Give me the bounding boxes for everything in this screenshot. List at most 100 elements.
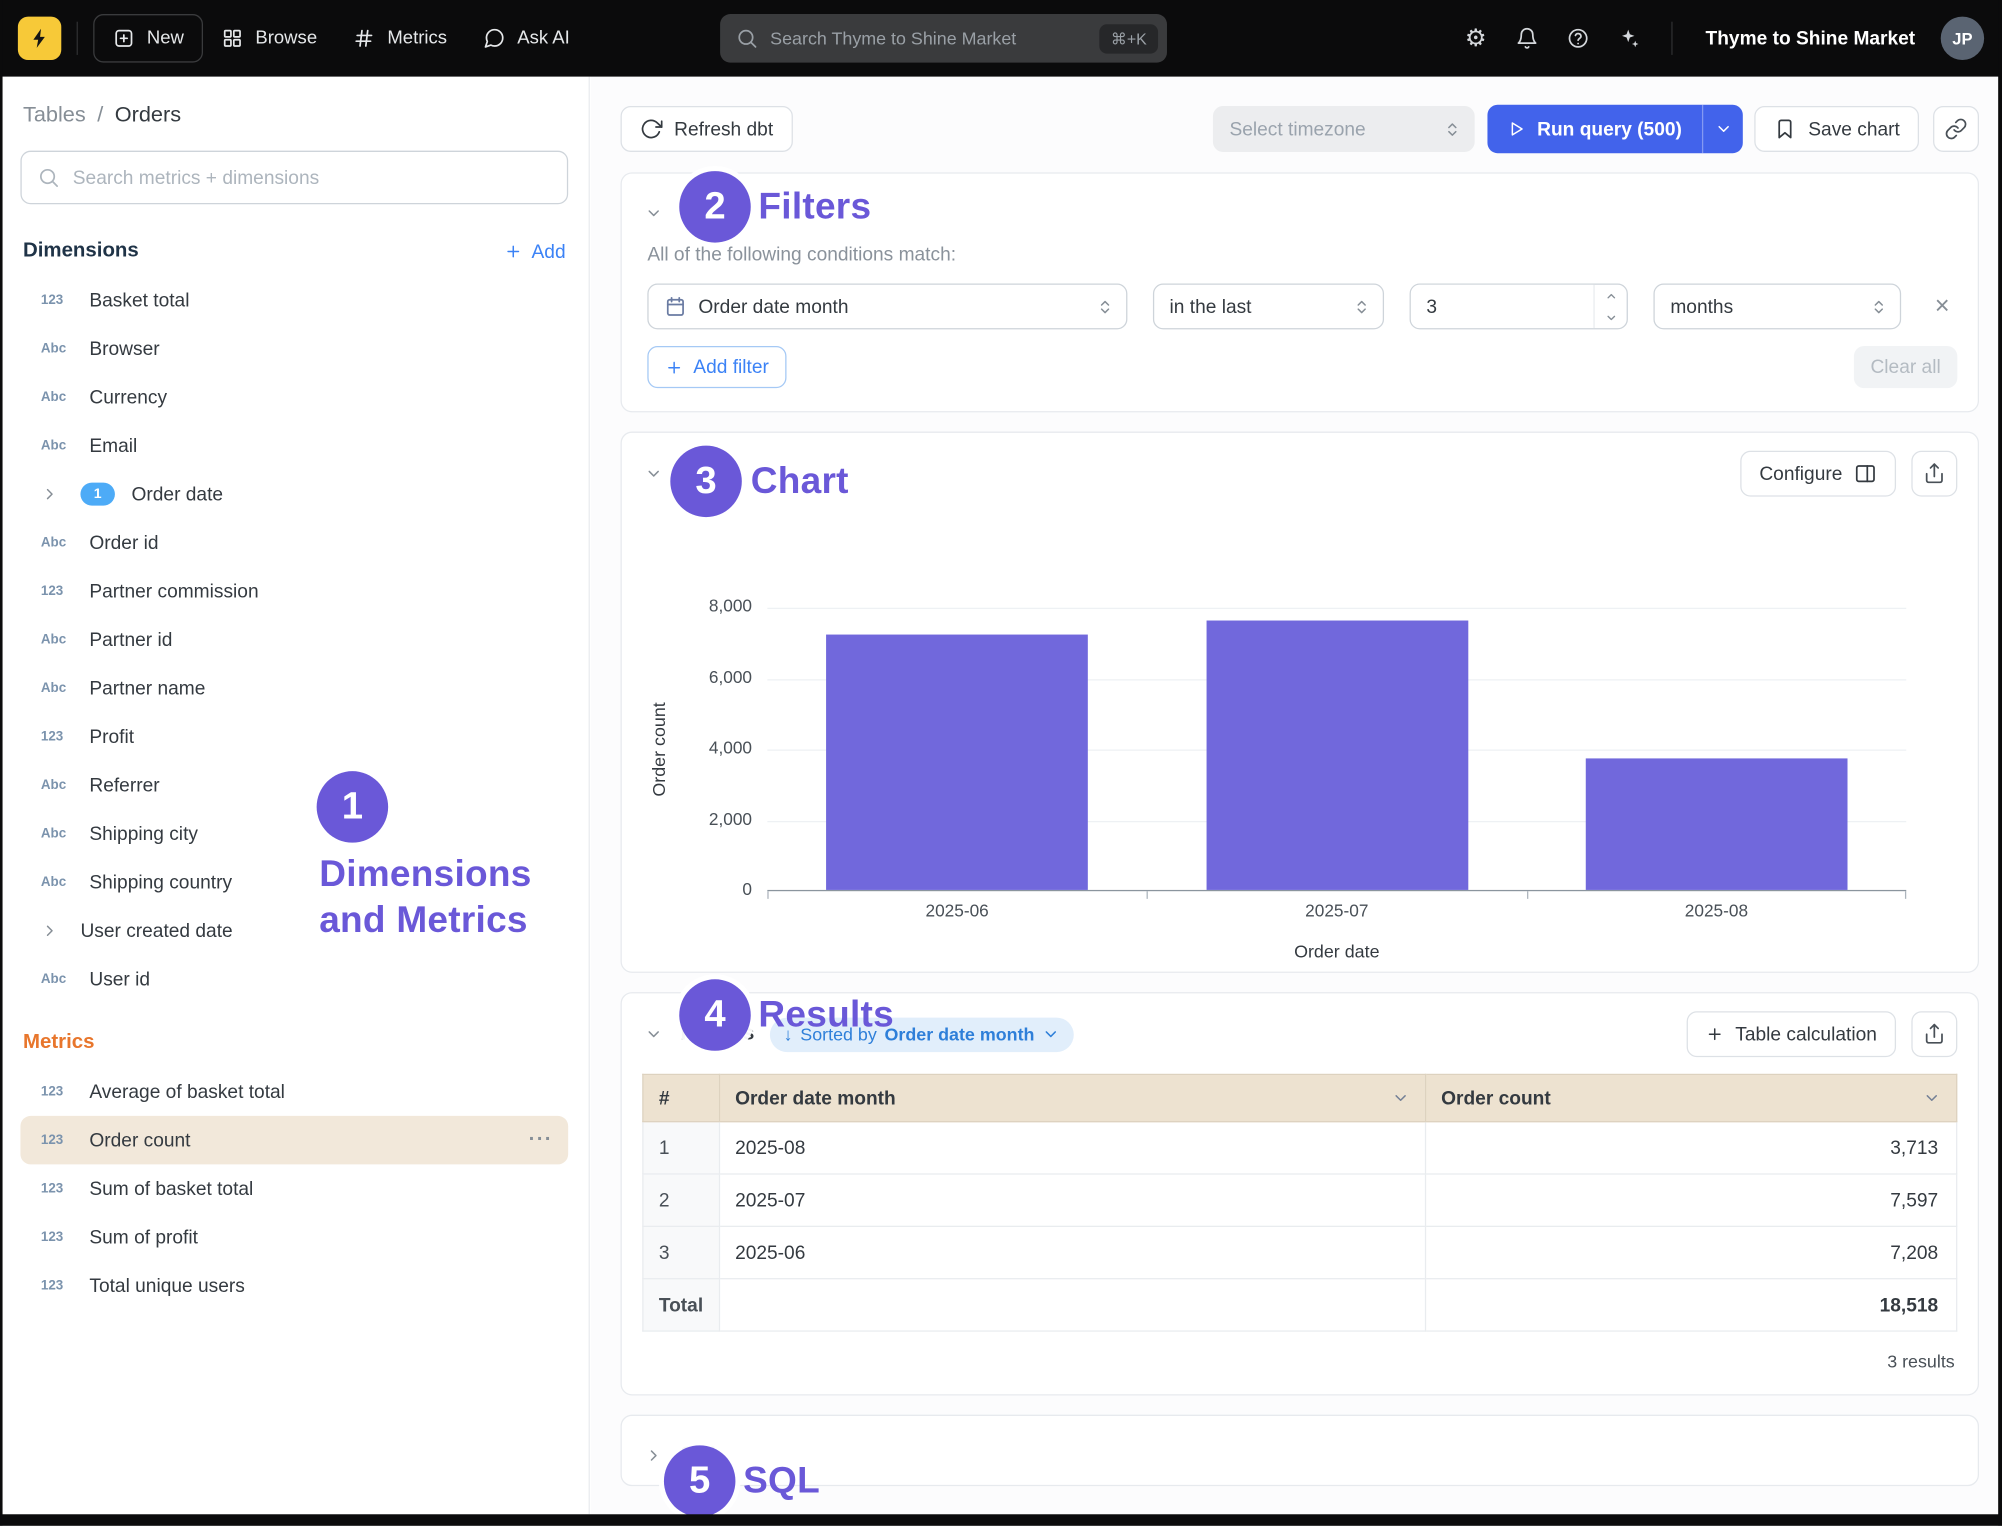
sidebar-item-order-date[interactable]: 1Order date — [20, 470, 568, 519]
sidebar-item-order-id[interactable]: AbcOrder id — [20, 518, 568, 567]
sidebar-item-browser[interactable]: AbcBrowser — [20, 324, 568, 373]
sidebar-item-order-count[interactable]: 123Order count··· — [20, 1116, 568, 1165]
help-button[interactable] — [1554, 14, 1603, 63]
refresh-dbt-button[interactable]: Refresh dbt — [621, 106, 793, 152]
new-button[interactable]: New — [93, 14, 203, 63]
column-header-month[interactable]: Order date month — [719, 1074, 1425, 1121]
lightning-bolt-icon — [28, 27, 51, 50]
sidebar-item-shipping-country[interactable]: AbcShipping country — [20, 858, 568, 907]
chart-collapse-toggle[interactable] — [642, 462, 665, 485]
sidebar-item-currency[interactable]: AbcCurrency — [20, 373, 568, 422]
settings-button[interactable]: ⚙ — [1451, 14, 1500, 63]
configure-button[interactable]: Configure — [1740, 451, 1896, 497]
numeric-type-icon: 123 — [41, 1133, 73, 1148]
sidebar-item-shipping-city[interactable]: AbcShipping city — [20, 809, 568, 858]
sql-collapse-toggle[interactable] — [642, 1444, 665, 1467]
sidebar-item-partner-commission[interactable]: 123Partner commission — [20, 567, 568, 616]
column-header-count[interactable]: Order count — [1425, 1074, 1957, 1121]
x-axis-tick — [1527, 891, 1528, 899]
metrics-nav-button[interactable]: Metrics — [335, 14, 465, 63]
chevron-down-icon[interactable] — [1923, 1089, 1941, 1107]
remove-filter-button[interactable]: × — [1927, 294, 1957, 320]
row-index-cell: 2 — [643, 1174, 719, 1226]
org-name[interactable]: Thyme to Shine Market — [1690, 27, 1930, 49]
dimension-label: Partner id — [89, 629, 172, 651]
run-query-button[interactable]: Run query (500) — [1487, 105, 1743, 154]
filters-section: Filters All of the following conditions … — [621, 172, 1980, 412]
chart-section: Chart Configure Order count 02,0004,0006… — [621, 432, 1980, 973]
global-search-input[interactable] — [770, 28, 1088, 48]
sidebar-item-referrer[interactable]: AbcReferrer — [20, 761, 568, 810]
table-calculation-button[interactable]: Table calculation — [1687, 1011, 1896, 1057]
save-chart-button[interactable]: Save chart — [1755, 106, 1919, 152]
sidebar-item-user-id[interactable]: AbcUser id — [20, 955, 568, 1004]
filters-collapse-toggle[interactable] — [642, 202, 665, 225]
chart-bar-2025-07[interactable] — [1206, 621, 1468, 890]
breadcrumb-separator: / — [97, 102, 103, 128]
chart-bar-2025-06[interactable] — [826, 635, 1088, 890]
fields-search[interactable] — [20, 151, 568, 205]
browse-button[interactable]: Browse — [203, 14, 335, 63]
sidebar-item-average-of-basket-total[interactable]: 123Average of basket total — [20, 1067, 568, 1116]
table-row[interactable]: 22025-077,597 — [643, 1174, 1957, 1226]
notifications-button[interactable] — [1503, 14, 1552, 63]
chevron-right-icon[interactable] — [41, 485, 64, 503]
ask-ai-button[interactable]: Ask AI — [465, 14, 588, 63]
stepper-down-icon[interactable] — [1595, 306, 1627, 328]
string-type-icon: Abc — [41, 389, 73, 404]
chevron-down-icon[interactable] — [1391, 1089, 1409, 1107]
sidebar-item-partner-id[interactable]: AbcPartner id — [20, 615, 568, 664]
filter-unit-select[interactable]: months — [1654, 283, 1902, 329]
filter-value-field[interactable] — [1411, 285, 1594, 328]
run-query-dropdown[interactable] — [1702, 105, 1743, 154]
chevron-right-icon[interactable] — [41, 922, 64, 940]
filter-field-select[interactable]: Order date month — [647, 283, 1127, 329]
metric-label: Sum of basket total — [89, 1178, 253, 1200]
global-search[interactable]: ⌘+K — [720, 14, 1167, 63]
ai-sparkles-button[interactable] — [1605, 14, 1654, 63]
clear-all-button[interactable]: Clear all — [1854, 346, 1957, 388]
sidebar-item-user-created-date[interactable]: User created date — [20, 907, 568, 956]
sidebar-item-sum-of-profit[interactable]: 123Sum of profit — [20, 1213, 568, 1262]
select-chevrons-icon — [1871, 298, 1888, 315]
count-cell[interactable]: 7,597 — [1425, 1174, 1957, 1226]
month-cell[interactable]: 2025-08 — [719, 1122, 1425, 1174]
breadcrumb-tables[interactable]: Tables — [23, 102, 86, 128]
stepper-up-icon[interactable] — [1595, 285, 1627, 307]
table-row[interactable]: 12025-083,713 — [643, 1122, 1957, 1174]
filter-operator-select[interactable]: in the last — [1153, 283, 1384, 329]
sidebar-item-total-unique-users[interactable]: 123Total unique users — [20, 1261, 568, 1310]
add-dimension-button[interactable]: Add — [505, 241, 566, 263]
x-axis-tick-label: 2025-08 — [1627, 901, 1806, 920]
app-logo[interactable] — [18, 17, 61, 60]
refresh-dbt-label: Refresh dbt — [674, 118, 773, 140]
export-results-button[interactable] — [1911, 1011, 1957, 1057]
sidebar-item-profit[interactable]: 123Profit — [20, 712, 568, 761]
number-stepper[interactable] — [1594, 285, 1627, 328]
month-cell[interactable]: 2025-06 — [719, 1226, 1425, 1278]
dimension-label: Shipping country — [89, 871, 232, 893]
results-collapse-toggle[interactable] — [642, 1023, 665, 1046]
sorted-by-pill[interactable]: ↓ Sorted by Order date month — [770, 1017, 1074, 1051]
sidebar-item-sum-of-basket-total[interactable]: 123Sum of basket total — [20, 1164, 568, 1213]
share-link-button[interactable] — [1933, 106, 1979, 152]
more-options-icon[interactable]: ··· — [529, 1129, 553, 1152]
chevron-right-icon — [645, 1447, 663, 1465]
table-row[interactable]: 32025-067,208 — [643, 1226, 1957, 1278]
count-cell[interactable]: 3,713 — [1425, 1122, 1957, 1174]
window-edge — [1998, 0, 2002, 1526]
month-cell[interactable]: 2025-07 — [719, 1174, 1425, 1226]
chart-bar-2025-08[interactable] — [1586, 758, 1848, 890]
sidebar-item-basket-total[interactable]: 123Basket total — [20, 276, 568, 325]
chart-section-title: Chart — [681, 462, 734, 485]
timezone-select[interactable]: Select timezone — [1213, 106, 1475, 152]
user-avatar[interactable]: JP — [1941, 17, 1984, 60]
fields-search-input[interactable] — [73, 167, 552, 189]
add-filter-button[interactable]: Add filter — [647, 346, 786, 388]
export-chart-button[interactable] — [1911, 451, 1957, 497]
sidebar-item-partner-name[interactable]: AbcPartner name — [20, 664, 568, 713]
filter-value-input[interactable] — [1410, 283, 1628, 329]
count-cell[interactable]: 7,208 — [1425, 1226, 1957, 1278]
sidebar-item-email[interactable]: AbcEmail — [20, 421, 568, 470]
link-icon — [1945, 117, 1968, 140]
